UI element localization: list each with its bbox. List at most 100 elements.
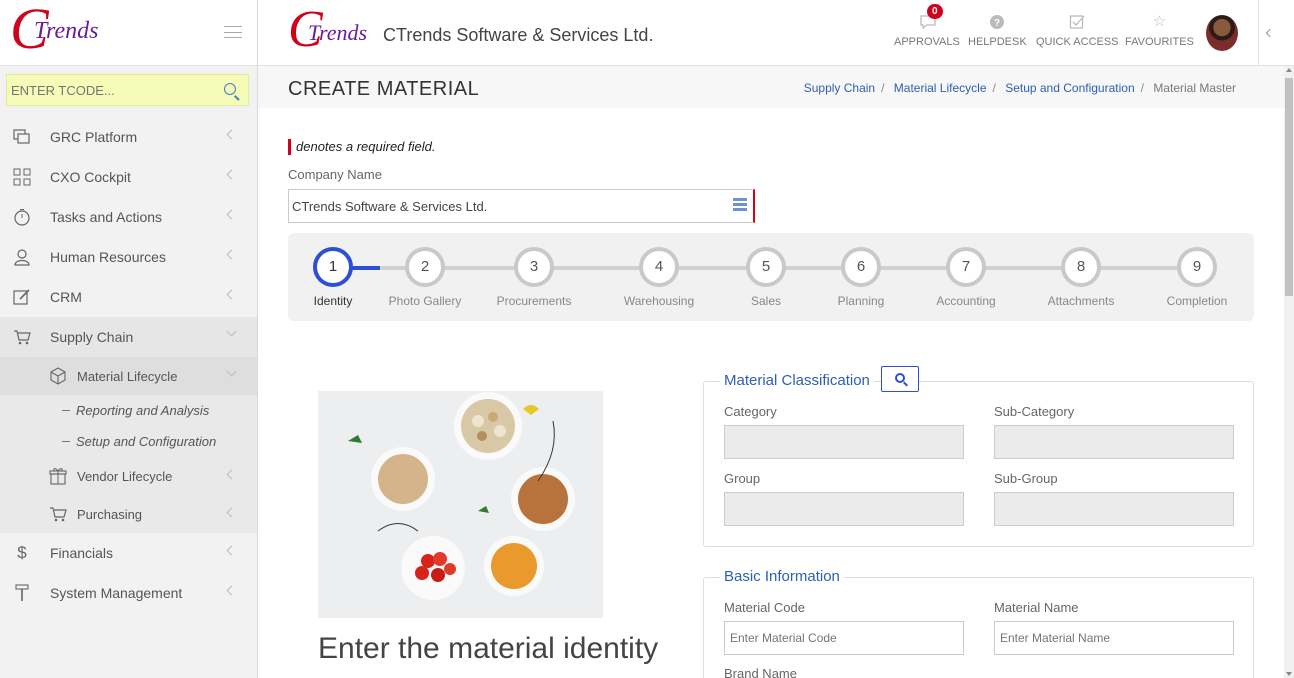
sidebar-item-label: GRC Platform — [50, 129, 138, 145]
sidebar-menu: GRC Platform CXO Cockpit Tasks and Actio… — [0, 117, 257, 613]
favourites-label: FAVOURITES — [1125, 36, 1194, 48]
chevron-left-icon — [226, 507, 237, 518]
sidebar-item-tasks-and-actions[interactable]: Tasks and Actions — [0, 197, 257, 237]
breadcrumb-material-lifecycle[interactable]: Material Lifecycle — [894, 81, 987, 95]
scroll-up-icon[interactable] — [1286, 68, 1292, 72]
breadcrumb-separator: / — [1140, 81, 1144, 95]
breadcrumb: Supply Chain / Material Lifecycle / Setup … — [804, 81, 1236, 95]
sub-group-label: Sub-Group — [994, 471, 1058, 486]
logo-text: Trends — [308, 20, 368, 45]
step-attachments[interactable]: 8 Attachments — [1048, 247, 1114, 308]
material-name-input[interactable] — [994, 621, 1234, 655]
sidebar-item-crm[interactable]: CRM — [0, 277, 257, 317]
sidebar-item-system-management[interactable]: System Management — [0, 573, 257, 613]
sidebar-item-supply-chain[interactable]: Supply Chain — [0, 317, 257, 357]
step-warehousing[interactable]: 4 Warehousing — [624, 247, 694, 308]
sidebar-item-cxo-cockpit[interactable]: CXO Cockpit — [0, 157, 257, 197]
company-name-field[interactable]: CTrends Software & Services Ltd. — [288, 189, 755, 223]
sidebar-item-label: Material Lifecycle — [77, 368, 178, 384]
breadcrumb-separator: / — [881, 81, 885, 95]
helpdesk-button[interactable]: ? HELPDESK — [968, 14, 1027, 48]
cart-icon — [12, 327, 32, 347]
list-icon[interactable] — [733, 198, 747, 212]
group-field[interactable] — [724, 492, 964, 526]
step-number: 5 — [746, 247, 786, 287]
supply-chain-submenu: Material Lifecycle Reporting and Analysi… — [0, 357, 257, 533]
dash-bullet — [62, 410, 70, 411]
intro-text: Enter the material identity — [318, 632, 659, 665]
step-identity[interactable]: 1 Identity — [313, 247, 353, 308]
scroll-down-icon[interactable] — [1286, 672, 1292, 676]
step-completion[interactable]: 9 Completion — [1167, 247, 1227, 308]
collapse-panel-icon[interactable] — [1258, 0, 1294, 66]
sidebar-item-label: Reporting and Analysis — [76, 403, 210, 418]
cube-icon — [48, 366, 68, 386]
step-label: Identity — [313, 294, 353, 308]
step-number: 4 — [639, 247, 679, 287]
step-number: 1 — [313, 247, 353, 287]
sidebar-item-grc-platform[interactable]: GRC Platform — [0, 117, 257, 157]
chevron-left-icon — [226, 209, 237, 220]
sidebar-item-setup-and-configuration[interactable]: Setup and Configuration — [0, 426, 257, 457]
sidebar-item-material-lifecycle[interactable]: Material Lifecycle — [0, 357, 257, 395]
step-planning[interactable]: 6 Planning — [838, 247, 884, 308]
avatar[interactable] — [1206, 15, 1238, 51]
step-label: Photo Gallery — [388, 294, 462, 308]
sidebar-item-vendor-lifecycle[interactable]: Vendor Lifecycle — [0, 457, 257, 495]
step-procurements[interactable]: 3 Procurements — [497, 247, 571, 308]
sub-group-field[interactable] — [994, 492, 1234, 526]
company-name-value: CTrends Software & Services Ltd. — [292, 199, 488, 214]
sidebar-item-purchasing[interactable]: Purchasing — [0, 495, 257, 533]
sidebar-item-label: Human Resources — [50, 249, 166, 265]
page-scrollbar[interactable] — [1284, 66, 1294, 678]
top-header: C Trends CTrends Software & Services Ltd… — [258, 0, 1294, 66]
breadcrumb-supply-chain[interactable]: Supply Chain — [804, 81, 875, 95]
chevron-left-icon — [226, 249, 237, 260]
sidebar-item-human-resources[interactable]: Human Resources — [0, 237, 257, 277]
material-code-input[interactable] — [724, 621, 964, 655]
helpdesk-label: HELPDESK — [968, 36, 1027, 48]
step-photo-gallery[interactable]: 2 Photo Gallery — [389, 247, 461, 308]
checkbox-icon — [1069, 14, 1085, 30]
ctrends-logo[interactable]: C Trends — [10, 0, 120, 64]
group-label: Group — [724, 471, 761, 486]
classification-search-button[interactable] — [881, 366, 919, 392]
sidebar-item-label: Setup and Configuration — [76, 434, 217, 449]
sidebar-item-financials[interactable]: $ Financials — [0, 533, 257, 573]
chevron-left-icon — [226, 129, 237, 140]
approvals-label: APPROVALS — [894, 36, 960, 48]
stopwatch-icon — [12, 207, 32, 227]
search-icon[interactable] — [224, 83, 236, 95]
menu-toggle-icon[interactable] — [224, 26, 242, 38]
chevron-down-icon — [226, 326, 237, 337]
favourites-button[interactable]: ☆ FAVOURITES — [1125, 14, 1194, 49]
step-accounting[interactable]: 7 Accounting — [936, 247, 996, 308]
chevron-left-icon — [226, 469, 237, 480]
cart-icon — [48, 504, 68, 524]
tcode-input[interactable] — [7, 75, 207, 105]
sidebar-item-reporting-and-analysis[interactable]: Reporting and Analysis — [0, 395, 257, 426]
company-title: CTrends Software & Services Ltd. — [383, 25, 654, 45]
main-content: CREATE MATERIAL Supply Chain / Material L… — [258, 66, 1284, 678]
step-label: Planning — [837, 294, 885, 308]
sidebar: C Trends GRC Platform CXO Cockpit — [0, 0, 258, 678]
step-sales[interactable]: 5 Sales — [746, 247, 786, 308]
step-number: 8 — [1061, 247, 1101, 287]
sidebar-item-label: Tasks and Actions — [50, 209, 163, 225]
category-field[interactable] — [724, 425, 964, 459]
material-lifecycle-submenu: Reporting and Analysis Setup and Configu… — [0, 395, 257, 457]
breadcrumb-setup-configuration[interactable]: Setup and Configuration — [1005, 81, 1134, 95]
header-logo[interactable]: C Trends — [288, 4, 378, 62]
approvals-button[interactable]: 0 APPROVALS — [894, 4, 960, 48]
scrollbar-thumb[interactable] — [1285, 78, 1293, 296]
step-number: 2 — [405, 247, 445, 287]
page-title: CREATE MATERIAL — [288, 78, 480, 100]
chevron-left-icon — [226, 169, 237, 180]
quick-access-button[interactable]: QUICK ACCESS — [1036, 14, 1119, 48]
search-icon — [895, 373, 905, 383]
title-bar: CREATE MATERIAL Supply Chain / Material L… — [258, 66, 1284, 108]
sub-category-field[interactable] — [994, 425, 1234, 459]
logo-text: Trends — [34, 18, 99, 44]
gift-icon — [48, 466, 68, 486]
step-label: Attachments — [1047, 294, 1115, 308]
